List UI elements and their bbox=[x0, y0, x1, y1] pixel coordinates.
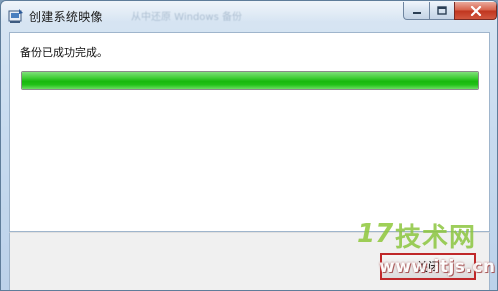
minimize-icon bbox=[412, 11, 421, 14]
progress-bar bbox=[21, 71, 479, 90]
app-icon bbox=[8, 9, 23, 23]
status-message: 备份已成功完成。 bbox=[20, 46, 108, 59]
close-button[interactable]: 关闭 bbox=[380, 253, 476, 280]
window-close-button[interactable] bbox=[454, 2, 497, 20]
dialog-window: 创建系统映像 从中还原 Windows 备份 备份已成功完成。 关闭 17 技术… bbox=[0, 0, 498, 291]
window-title: 创建系统映像 bbox=[29, 10, 103, 24]
background-window-title: 从中还原 Windows 备份 bbox=[131, 12, 242, 23]
minimize-button[interactable] bbox=[403, 2, 430, 20]
progress-fill bbox=[22, 72, 478, 89]
maximize-button[interactable] bbox=[429, 2, 455, 20]
button-footer: 关闭 bbox=[9, 232, 490, 290]
maximize-icon bbox=[437, 6, 447, 15]
title-bar[interactable]: 创建系统映像 从中还原 Windows 备份 bbox=[1, 1, 497, 31]
close-icon bbox=[470, 5, 481, 16]
content-panel: 备份已成功完成。 bbox=[9, 32, 490, 232]
